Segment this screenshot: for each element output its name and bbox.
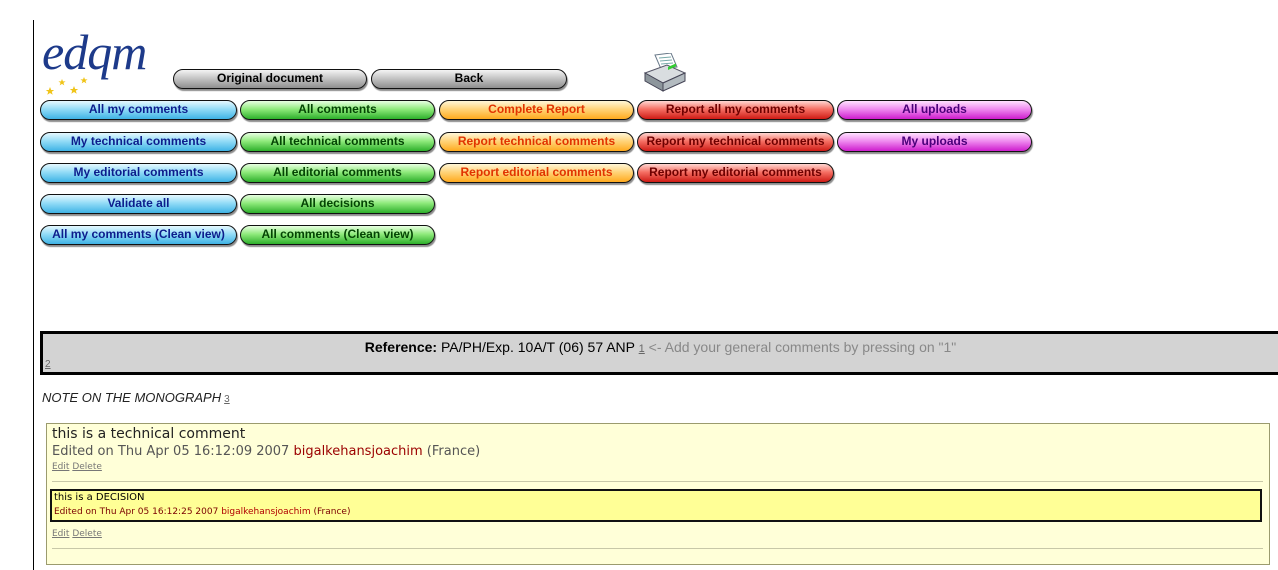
general-comment-link[interactable]: 1 xyxy=(639,343,645,355)
comment-text: this is a technical comment xyxy=(52,426,246,442)
report-technical-comments-button[interactable]: Report technical comments xyxy=(439,132,634,152)
decision-author: bigalkehansjoachim xyxy=(221,507,311,517)
decision-divider xyxy=(52,548,1263,549)
validate-all-button[interactable]: Validate all xyxy=(40,194,237,214)
all-comments-clean-view-button[interactable]: All comments (Clean view) xyxy=(240,225,435,245)
back-button[interactable]: Back xyxy=(371,69,567,89)
all-my-comments-clean-view-button[interactable]: All my comments (Clean view) xyxy=(40,225,237,245)
eu-stars-icon xyxy=(45,77,88,95)
decision-delete-link[interactable]: Delete xyxy=(72,529,102,539)
decision-actions: Edit Delete xyxy=(52,529,102,539)
reference-value: PA/PH/Exp. 10A/T (06) 57 ANP xyxy=(440,339,635,355)
report-editorial-comments-button[interactable]: Report editorial comments xyxy=(439,163,634,183)
decision-box: this is a DECISION Edited on Thu Apr 05 … xyxy=(50,489,1262,522)
section-title: NOTE ON THE MONOGRAPH 3 xyxy=(42,390,230,405)
report-my-technical-comments-button[interactable]: Report my technical comments xyxy=(637,132,834,152)
section-title-text: NOTE ON THE MONOGRAPH xyxy=(42,390,222,405)
comment-author: bigalkehansjoachim xyxy=(293,444,423,459)
printer-icon[interactable] xyxy=(641,53,689,93)
complete-report-button[interactable]: Complete Report xyxy=(439,100,634,120)
decision-edit-link[interactable]: Edit xyxy=(52,529,69,539)
page-left-border xyxy=(33,20,34,570)
comment-edited-date: Edited on Thu Apr 05 16:12:09 2007 xyxy=(52,444,290,459)
report-my-editorial-comments-button[interactable]: Report my editorial comments xyxy=(637,163,834,183)
comment-country: (France) xyxy=(426,444,481,459)
comment-actions: Edit Delete xyxy=(52,462,102,472)
decision-country: (France) xyxy=(313,507,351,517)
my-editorial-comments-button[interactable]: My editorial comments xyxy=(40,163,237,183)
all-comments-button[interactable]: All comments xyxy=(240,100,435,120)
comment-edit-link[interactable]: Edit xyxy=(52,462,69,472)
reference-hint: <- Add your general comments by pressing… xyxy=(648,339,957,355)
original-document-button[interactable]: Original document xyxy=(173,69,367,89)
my-technical-comments-button[interactable]: My technical comments xyxy=(40,132,237,152)
all-editorial-comments-button[interactable]: All editorial comments xyxy=(240,163,435,183)
decision-text: this is a DECISION xyxy=(54,492,145,503)
report-all-my-comments-button[interactable]: Report all my comments xyxy=(637,100,834,120)
reference-line: Reference: PA/PH/Exp. 10A/T (06) 57 ANP … xyxy=(43,339,1278,355)
all-uploads-button[interactable]: All uploads xyxy=(837,100,1032,120)
decision-meta: Edited on Thu Apr 05 16:12:25 2007 bigal… xyxy=(54,507,350,517)
all-decisions-button[interactable]: All decisions xyxy=(240,194,435,214)
comment-delete-link[interactable]: Delete xyxy=(72,462,102,472)
reference-bar: Reference: PA/PH/Exp. 10A/T (06) 57 ANP … xyxy=(40,331,1278,375)
edqm-logo: edqm xyxy=(40,24,160,95)
decision-edited-date: Edited on Thu Apr 05 16:12:25 2007 xyxy=(54,507,219,517)
reference-left-link[interactable]: 2 xyxy=(45,359,51,370)
comment-box: this is a technical comment Edited on Th… xyxy=(46,423,1270,565)
all-technical-comments-button[interactable]: All technical comments xyxy=(240,132,435,152)
comment-meta: Edited on Thu Apr 05 16:12:09 2007 bigal… xyxy=(52,444,480,459)
logo-text: edqm xyxy=(42,24,147,80)
all-my-comments-button[interactable]: All my comments xyxy=(40,100,237,120)
my-uploads-button[interactable]: My uploads xyxy=(837,132,1032,152)
reference-label: Reference: xyxy=(364,339,438,355)
section-comment-link[interactable]: 3 xyxy=(224,394,230,405)
comment-divider xyxy=(52,481,1263,482)
